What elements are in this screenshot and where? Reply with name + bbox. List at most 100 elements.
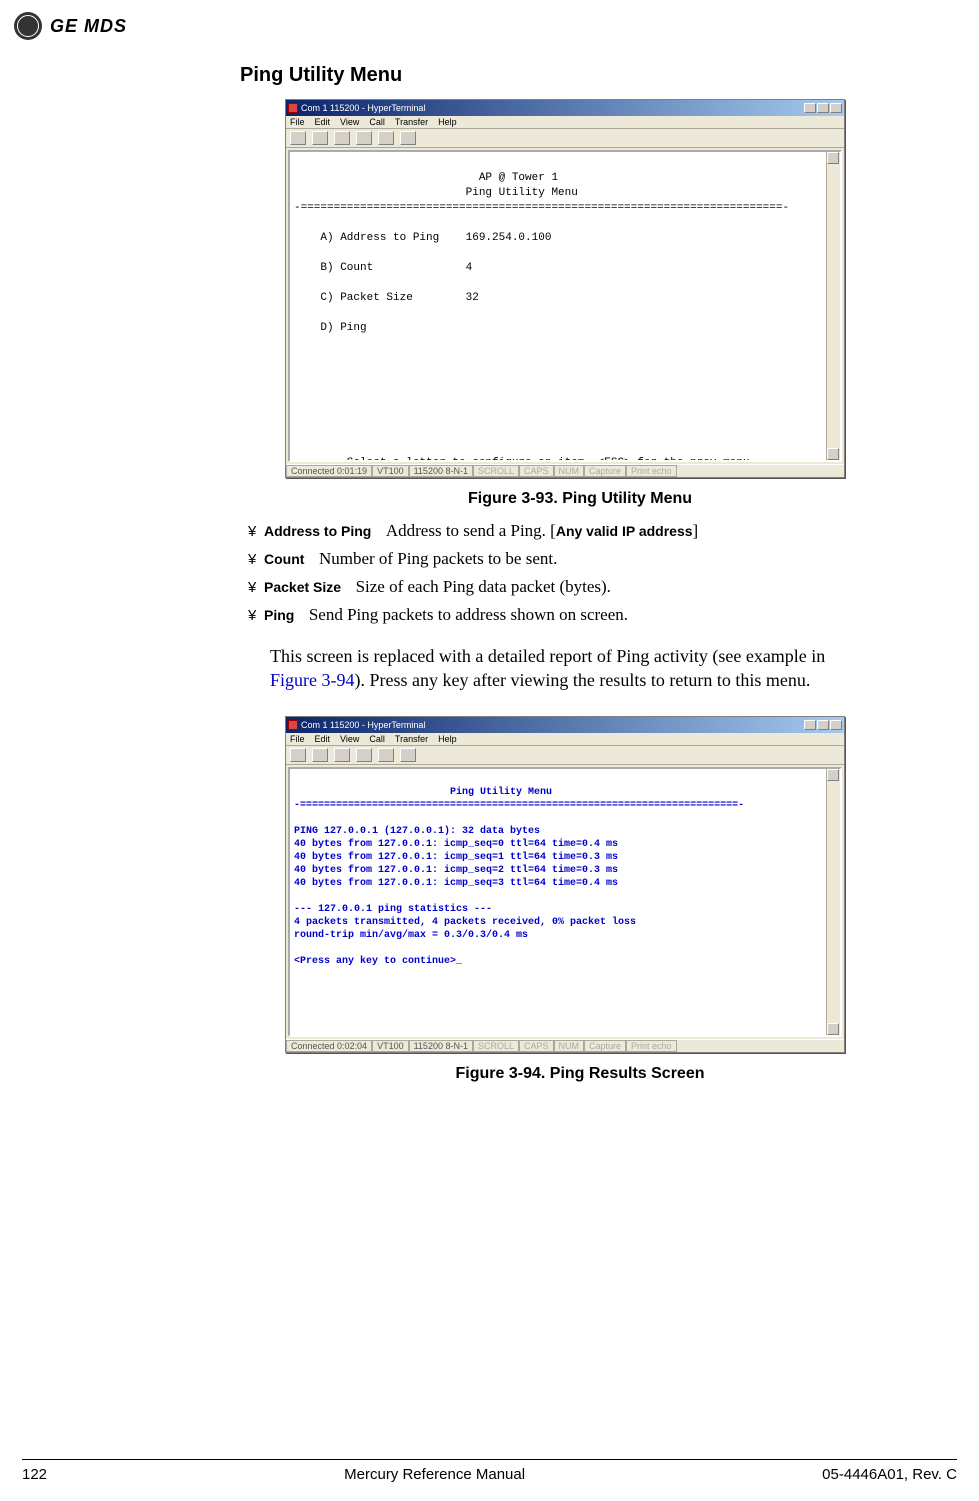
page-footer: 122 Mercury Reference Manual 05-4446A01,…: [22, 1459, 957, 1483]
toolbar-button[interactable]: [356, 131, 372, 145]
bullet-icon: ¥: [248, 603, 264, 628]
app-icon: [288, 103, 298, 113]
terminal-line: -=======================================…: [294, 800, 744, 811]
para-text: ). Press any key after viewing the resul…: [355, 670, 811, 690]
menubar: File Edit View Call Transfer Help: [286, 116, 844, 129]
item-label: Count: [264, 551, 304, 567]
status-emulation: VT100: [372, 465, 409, 477]
window-buttons: [804, 103, 842, 113]
toolbar-button[interactable]: [400, 131, 416, 145]
status-emulation: VT100: [372, 1040, 409, 1052]
minimize-button[interactable]: [804, 103, 816, 113]
maximize-button[interactable]: [817, 103, 829, 113]
bullet-icon: ¥: [248, 519, 264, 544]
terminal-line: PING 127.0.0.1 (127.0.0.1): 32 data byte…: [294, 826, 540, 837]
page-number: 122: [22, 1466, 47, 1483]
menu-call[interactable]: Call: [369, 734, 385, 744]
window-titlebar: Com 1 115200 - HyperTerminal: [286, 717, 844, 733]
terminal-line: --- 127.0.0.1 ping statistics ---: [294, 904, 492, 915]
toolbar-button[interactable]: [290, 748, 306, 762]
menu-file[interactable]: File: [290, 117, 305, 127]
toolbar-button[interactable]: [356, 748, 372, 762]
close-button[interactable]: [830, 103, 842, 113]
menu-edit[interactable]: Edit: [315, 734, 331, 744]
bullet-icon: ¥: [248, 575, 264, 600]
menu-help[interactable]: Help: [438, 734, 457, 744]
status-config: 115200 8-N-1: [409, 1040, 473, 1052]
footer-center: Mercury Reference Manual: [344, 1466, 525, 1483]
scrollbar[interactable]: [826, 769, 840, 1035]
maximize-button[interactable]: [817, 720, 829, 730]
body-paragraph: This screen is replaced with a detailed …: [270, 644, 870, 692]
terminal-line: Ping Utility Menu: [294, 787, 552, 798]
app-icon: [288, 720, 298, 730]
list-item: ¥ Count Number of Ping packets to be sen…: [248, 546, 920, 572]
toolbar-button[interactable]: [312, 748, 328, 762]
item-values: Any valid IP address: [556, 523, 693, 539]
terminal-line: A) Address to Ping 169.254.0.100: [294, 232, 551, 244]
toolbar: [286, 129, 844, 148]
terminal-line: Select a letter to configure an item, <E…: [294, 457, 749, 462]
menu-call[interactable]: Call: [369, 117, 385, 127]
terminal-line: AP @ Tower 1: [294, 172, 558, 184]
terminal-line: 40 bytes from 127.0.0.1: icmp_seq=1 ttl=…: [294, 852, 618, 863]
terminal-line: C) Packet Size 32: [294, 292, 479, 304]
close-button[interactable]: [830, 720, 842, 730]
footer-right: 05-4446A01, Rev. C: [822, 1466, 957, 1483]
statusbar: Connected 0:02:04 VT100 115200 8-N-1 SCR…: [286, 1039, 844, 1052]
status-num: NUM: [554, 1040, 585, 1052]
menu-transfer[interactable]: Transfer: [395, 117, 428, 127]
item-desc: Address to send a Ping. [: [386, 521, 556, 540]
item-desc: Number of Ping packets to be sent.: [319, 549, 557, 568]
terminal-line: 4 packets transmitted, 4 packets receive…: [294, 917, 636, 928]
minimize-button[interactable]: [804, 720, 816, 730]
menubar: File Edit View Call Transfer Help: [286, 733, 844, 746]
status-connected: Connected 0:01:19: [286, 465, 372, 477]
status-printecho: Print echo: [626, 465, 677, 477]
item-label: Packet Size: [264, 579, 341, 595]
toolbar-button[interactable]: [290, 131, 306, 145]
menu-view[interactable]: View: [340, 117, 359, 127]
para-text: This screen is replaced with a detailed …: [270, 646, 825, 666]
figure-2-caption: Figure 3-94. Ping Results Screen: [240, 1065, 920, 1083]
item-label: Address to Ping: [264, 523, 371, 539]
toolbar-button[interactable]: [334, 748, 350, 762]
menu-transfer[interactable]: Transfer: [395, 734, 428, 744]
item-desc: Size of each Ping data packet (bytes).: [356, 577, 611, 596]
window-titlebar: Com 1 115200 - HyperTerminal: [286, 100, 844, 116]
status-scroll: SCROLL: [473, 465, 519, 477]
status-scroll: SCROLL: [473, 1040, 519, 1052]
brand-text: GE MDS: [50, 16, 127, 37]
status-num: NUM: [554, 465, 585, 477]
terminal-line: round-trip min/avg/max = 0.3/0.3/0.4 ms: [294, 930, 528, 941]
terminal-line: <Press any key to continue>_: [294, 956, 462, 967]
toolbar-button[interactable]: [334, 131, 350, 145]
status-printecho: Print echo: [626, 1040, 677, 1052]
toolbar-button[interactable]: [378, 748, 394, 762]
toolbar-button[interactable]: [400, 748, 416, 762]
window-buttons: [804, 720, 842, 730]
section-heading: Ping Utility Menu: [240, 64, 920, 87]
list-item: ¥ Address to Ping Address to send a Ping…: [248, 518, 920, 544]
terminal-line: -=======================================…: [294, 202, 789, 214]
terminal-line: 40 bytes from 127.0.0.1: icmp_seq=3 ttl=…: [294, 878, 618, 889]
ge-logo-icon: [14, 12, 42, 40]
toolbar-button[interactable]: [312, 131, 328, 145]
menu-help[interactable]: Help: [438, 117, 457, 127]
menu-file[interactable]: File: [290, 734, 305, 744]
status-capture: Capture: [584, 1040, 626, 1052]
scrollbar[interactable]: [826, 152, 840, 460]
window-title: Com 1 115200 - HyperTerminal: [301, 720, 425, 730]
figure-crossref[interactable]: Figure 3-94: [270, 670, 355, 690]
terminal-line: 40 bytes from 127.0.0.1: icmp_seq=2 ttl=…: [294, 865, 618, 876]
toolbar: [286, 746, 844, 765]
list-item: ¥ Ping Send Ping packets to address show…: [248, 602, 920, 628]
status-caps: CAPS: [519, 1040, 554, 1052]
terminal-line: Ping Utility Menu: [294, 187, 578, 199]
toolbar-button[interactable]: [378, 131, 394, 145]
brand-header: GE MDS: [14, 12, 127, 40]
terminal-screen: Ping Utility Menu -=====================…: [288, 767, 842, 1037]
menu-edit[interactable]: Edit: [315, 117, 331, 127]
menu-view[interactable]: View: [340, 734, 359, 744]
status-capture: Capture: [584, 465, 626, 477]
